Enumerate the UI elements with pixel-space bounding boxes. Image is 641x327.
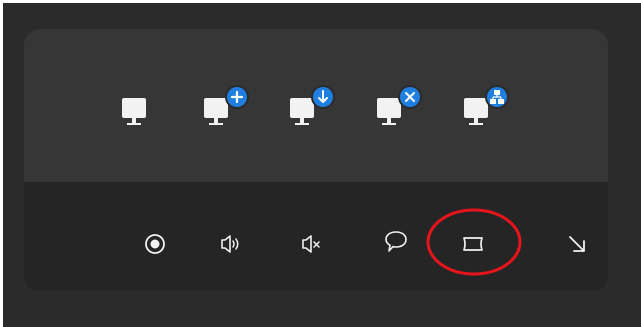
monitor-remove-icon[interactable] <box>376 84 424 128</box>
chat-icon[interactable] <box>376 222 416 262</box>
monitor-icon[interactable] <box>118 92 166 136</box>
volume-icon[interactable] <box>209 224 249 264</box>
collapse-arrow-icon[interactable] <box>557 224 597 264</box>
record-icon[interactable] <box>135 224 175 264</box>
remote-session-window <box>3 3 641 327</box>
aspect-ratio-icon[interactable] <box>453 224 493 264</box>
monitor-download-icon[interactable] <box>289 84 337 128</box>
monitor-add-icon[interactable] <box>203 84 251 128</box>
monitor-network-icon[interactable] <box>463 84 511 128</box>
mute-icon[interactable] <box>291 224 331 264</box>
